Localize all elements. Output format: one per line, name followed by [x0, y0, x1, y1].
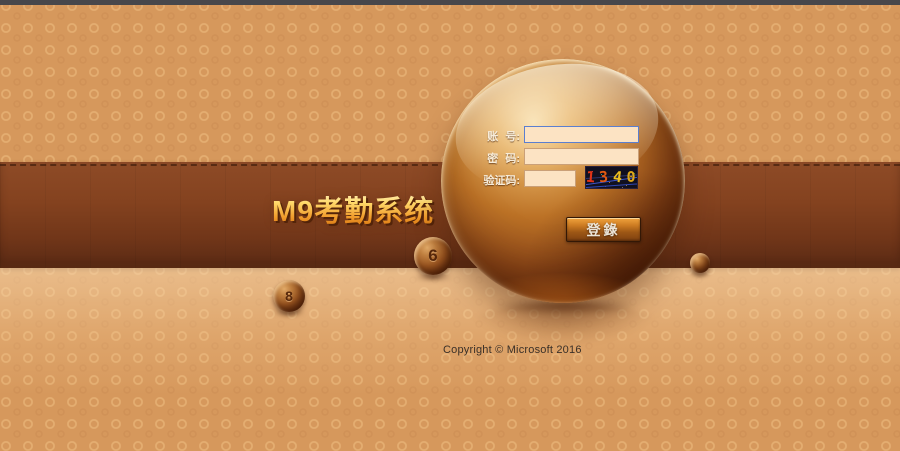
account-label: 账 号: [451, 128, 520, 144]
captcha-digit: 0 [626, 167, 635, 188]
captcha-image[interactable]: 1 3 4 0 [585, 166, 638, 189]
top-window-bar [0, 0, 900, 5]
login-orb: 账 号: 密 码: 验证码: 1 3 4 0 登錄 [441, 59, 685, 303]
captcha-digit: 1 [585, 167, 596, 189]
login-button[interactable]: 登錄 [566, 217, 641, 242]
captcha-digit: 4 [612, 167, 624, 189]
captcha-digit: 3 [599, 167, 609, 189]
decor-ball-small [690, 253, 710, 273]
decor-ball-6: 6 [414, 237, 452, 275]
password-input[interactable] [524, 148, 639, 165]
captcha-input[interactable] [524, 170, 576, 187]
password-label: 密 码: [451, 150, 520, 166]
login-page: M9考勤系统 6 8 账 号: 密 码: 验证码: 1 3 4 0 登錄 Cop… [0, 0, 900, 451]
captcha-label: 验证码: [451, 172, 520, 188]
decor-ball-8: 8 [273, 280, 305, 312]
copyright-text: Copyright © Microsoft 2016 [443, 344, 582, 356]
page-title: M9考勤系统 [272, 188, 434, 230]
account-input[interactable] [524, 126, 639, 143]
